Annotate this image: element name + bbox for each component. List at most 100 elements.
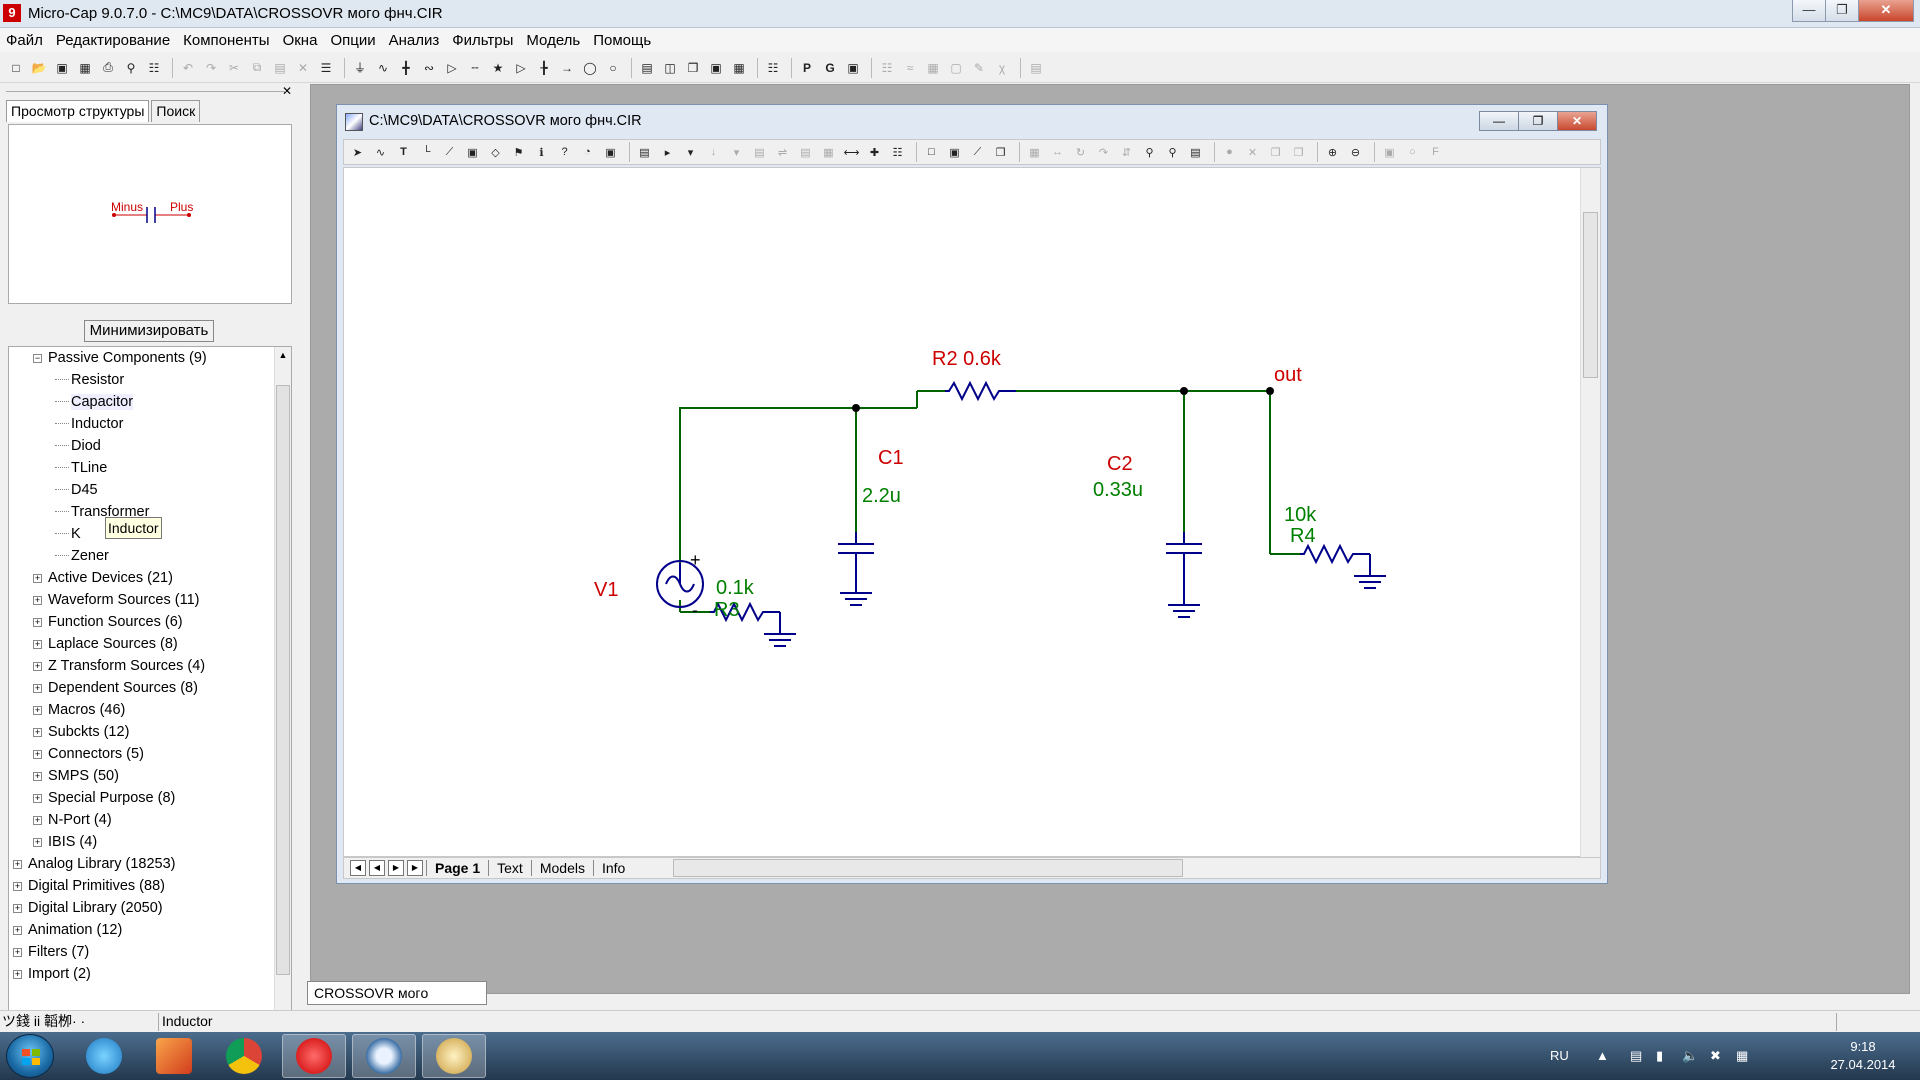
tree-item-passive-components[interactable]: − Passive Components (9) bbox=[33, 347, 207, 369]
scroll-thumb[interactable] bbox=[276, 385, 290, 975]
shapes-icon[interactable]: ◇ bbox=[486, 143, 505, 162]
volume-icon[interactable]: 🔈 bbox=[1682, 1048, 1698, 1064]
menu-help[interactable]: Помощь bbox=[593, 32, 651, 49]
tree-item-function-sources[interactable]: + Function Sources (6) bbox=[33, 611, 183, 633]
tree-item-resistor[interactable]: Resistor bbox=[55, 369, 124, 391]
tree-item-animation[interactable]: + Animation (12) bbox=[13, 919, 122, 941]
undo-icon[interactable]: ↶ bbox=[178, 58, 198, 78]
g-toggle-icon[interactable]: G bbox=[820, 58, 840, 78]
print-preview-icon[interactable]: ⚲ bbox=[121, 58, 141, 78]
menu-edit[interactable]: Редактирование bbox=[56, 32, 170, 49]
numbers-icon[interactable]: ▦ bbox=[923, 58, 943, 78]
power-icon[interactable]: ▾ bbox=[727, 143, 746, 162]
device-icon[interactable]: ▤ bbox=[1630, 1048, 1646, 1064]
bring-front-icon[interactable]: ❐ bbox=[1266, 143, 1285, 162]
tree-item-z-transform-sources[interactable]: + Z Transform Sources (4) bbox=[33, 655, 205, 677]
tree-item-macros[interactable]: + Macros (46) bbox=[33, 699, 125, 721]
tab-models[interactable]: Models bbox=[530, 860, 593, 876]
expand-icon[interactable]: + bbox=[33, 728, 42, 737]
expand-icon[interactable]: + bbox=[13, 904, 22, 913]
expand-icon[interactable]: + bbox=[33, 684, 42, 693]
expand-icon[interactable]: + bbox=[33, 816, 42, 825]
start-button[interactable] bbox=[6, 1034, 54, 1078]
spin-icon[interactable]: ○ bbox=[1403, 143, 1422, 162]
node-numbers-icon[interactable]: ▸ bbox=[658, 143, 677, 162]
tab-page-1[interactable]: Page 1 bbox=[426, 860, 488, 876]
pin-markers-icon[interactable]: ⟷ bbox=[842, 143, 861, 162]
first-page-icon[interactable]: ◀ bbox=[350, 860, 366, 876]
cancel-icon[interactable]: ✕ bbox=[1243, 143, 1262, 162]
expand-icon[interactable]: + bbox=[33, 574, 42, 583]
expand-icon[interactable]: + bbox=[33, 838, 42, 847]
grid-toggle-icon[interactable]: ☷ bbox=[888, 143, 907, 162]
language-indicator[interactable]: RU bbox=[1550, 1048, 1569, 1063]
paint-icon[interactable] bbox=[422, 1034, 486, 1078]
component-panel-icon[interactable]: ▣ bbox=[843, 58, 863, 78]
wire-tool-icon[interactable]: └ bbox=[417, 143, 436, 162]
color-icon[interactable]: ▣ bbox=[601, 143, 620, 162]
schematic-restore-button[interactable]: ❐ bbox=[1518, 111, 1558, 131]
graphics-icon[interactable]: ▣ bbox=[463, 143, 482, 162]
capacitor-c1[interactable] bbox=[838, 532, 874, 606]
grid-icon[interactable]: ☷ bbox=[144, 58, 164, 78]
tree-item-active-devices[interactable]: + Active Devices (21) bbox=[33, 567, 173, 589]
menu-analysis[interactable]: Анализ bbox=[389, 32, 440, 49]
expand-icon[interactable]: + bbox=[13, 882, 22, 891]
next-page-icon[interactable]: ▶ bbox=[388, 860, 404, 876]
menu-file[interactable]: Файл bbox=[6, 32, 43, 49]
align-icon[interactable]: ▦ bbox=[1025, 143, 1044, 162]
copy-icon[interactable]: ⧉ bbox=[247, 58, 267, 78]
internet-explorer-icon[interactable] bbox=[72, 1034, 136, 1078]
schematic-canvas[interactable]: R2 0.6k C1 2.2u C2 0.33u out 10k R4 + - … bbox=[343, 167, 1601, 858]
chrome-icon[interactable] bbox=[212, 1034, 276, 1078]
scroll-up-icon[interactable]: ▲ bbox=[275, 347, 291, 363]
find-icon[interactable]: ⚲ bbox=[1140, 143, 1159, 162]
expand-icon[interactable]: + bbox=[13, 860, 22, 869]
function-icon[interactable]: F bbox=[1426, 143, 1445, 162]
annotate-icon[interactable]: ▤ bbox=[1026, 58, 1046, 78]
tab-structure-view[interactable]: Просмотр структуры bbox=[6, 100, 150, 122]
component-list-icon[interactable]: ☰ bbox=[316, 58, 336, 78]
pin-connections-icon[interactable]: ⇌ bbox=[773, 143, 792, 162]
menu-model[interactable]: Модель bbox=[526, 32, 580, 49]
select-arrow-icon[interactable]: ➤ bbox=[348, 143, 367, 162]
image-icon[interactable]: ▢ bbox=[946, 58, 966, 78]
canvas-scroll-thumb[interactable] bbox=[1583, 212, 1598, 378]
monitor-icon[interactable]: ▤ bbox=[1186, 143, 1205, 162]
menu-filters[interactable]: Фильтры bbox=[452, 32, 513, 49]
menu-windows[interactable]: Окна bbox=[283, 32, 318, 49]
window-icon[interactable]: ▣ bbox=[706, 58, 726, 78]
rubberband-icon[interactable]: ⟋ bbox=[968, 143, 987, 162]
expand-icon[interactable]: + bbox=[33, 706, 42, 715]
save-all-icon[interactable]: ▦ bbox=[75, 58, 95, 78]
tree-item-dependent-sources[interactable]: + Dependent Sources (8) bbox=[33, 677, 198, 699]
tree-item-special-purpose[interactable]: + Special Purpose (8) bbox=[33, 787, 175, 809]
show-hidden-icons-icon[interactable]: ▲ bbox=[1596, 1048, 1612, 1064]
tab-search[interactable]: Поиск bbox=[151, 100, 201, 122]
text-tool-icon[interactable]: T bbox=[394, 143, 413, 162]
minimize-button[interactable]: Минимизировать bbox=[84, 320, 214, 342]
opera-icon[interactable] bbox=[282, 1034, 346, 1078]
clock[interactable]: 9:18 27.04.2014 bbox=[1818, 1038, 1908, 1074]
prev-page-icon[interactable]: ◀ bbox=[369, 860, 385, 876]
network-signal-icon[interactable]: ▮ bbox=[1656, 1048, 1672, 1064]
canvas-vertical-scrollbar[interactable] bbox=[1580, 168, 1600, 858]
tree-item-zener[interactable]: Zener bbox=[55, 545, 109, 567]
rotate-icon[interactable]: ↻ bbox=[1071, 143, 1090, 162]
tab-text[interactable]: Text bbox=[488, 860, 531, 876]
expand-icon[interactable]: + bbox=[33, 618, 42, 627]
resistor-r2[interactable] bbox=[945, 380, 1016, 402]
tree-item-ibis[interactable]: + IBIS (4) bbox=[33, 831, 97, 853]
step-icon[interactable]: ↔ bbox=[1048, 143, 1067, 162]
expand-icon[interactable]: + bbox=[33, 750, 42, 759]
tree-item-import[interactable]: + Import (2) bbox=[13, 963, 91, 985]
minimize-window-button[interactable]: — bbox=[1792, 0, 1826, 22]
tile-vertical-icon[interactable]: ◫ bbox=[660, 58, 680, 78]
node-voltages-icon[interactable]: ▾ bbox=[681, 143, 700, 162]
nmos-icon[interactable]: → bbox=[557, 58, 577, 78]
help-icon[interactable]: ? bbox=[555, 143, 574, 162]
tree-item-inductor[interactable]: Inductor bbox=[55, 413, 123, 435]
p-toggle-icon[interactable]: P bbox=[797, 58, 817, 78]
npn-icon[interactable]: ★ bbox=[488, 58, 508, 78]
cascade-icon[interactable]: ❐ bbox=[683, 58, 703, 78]
